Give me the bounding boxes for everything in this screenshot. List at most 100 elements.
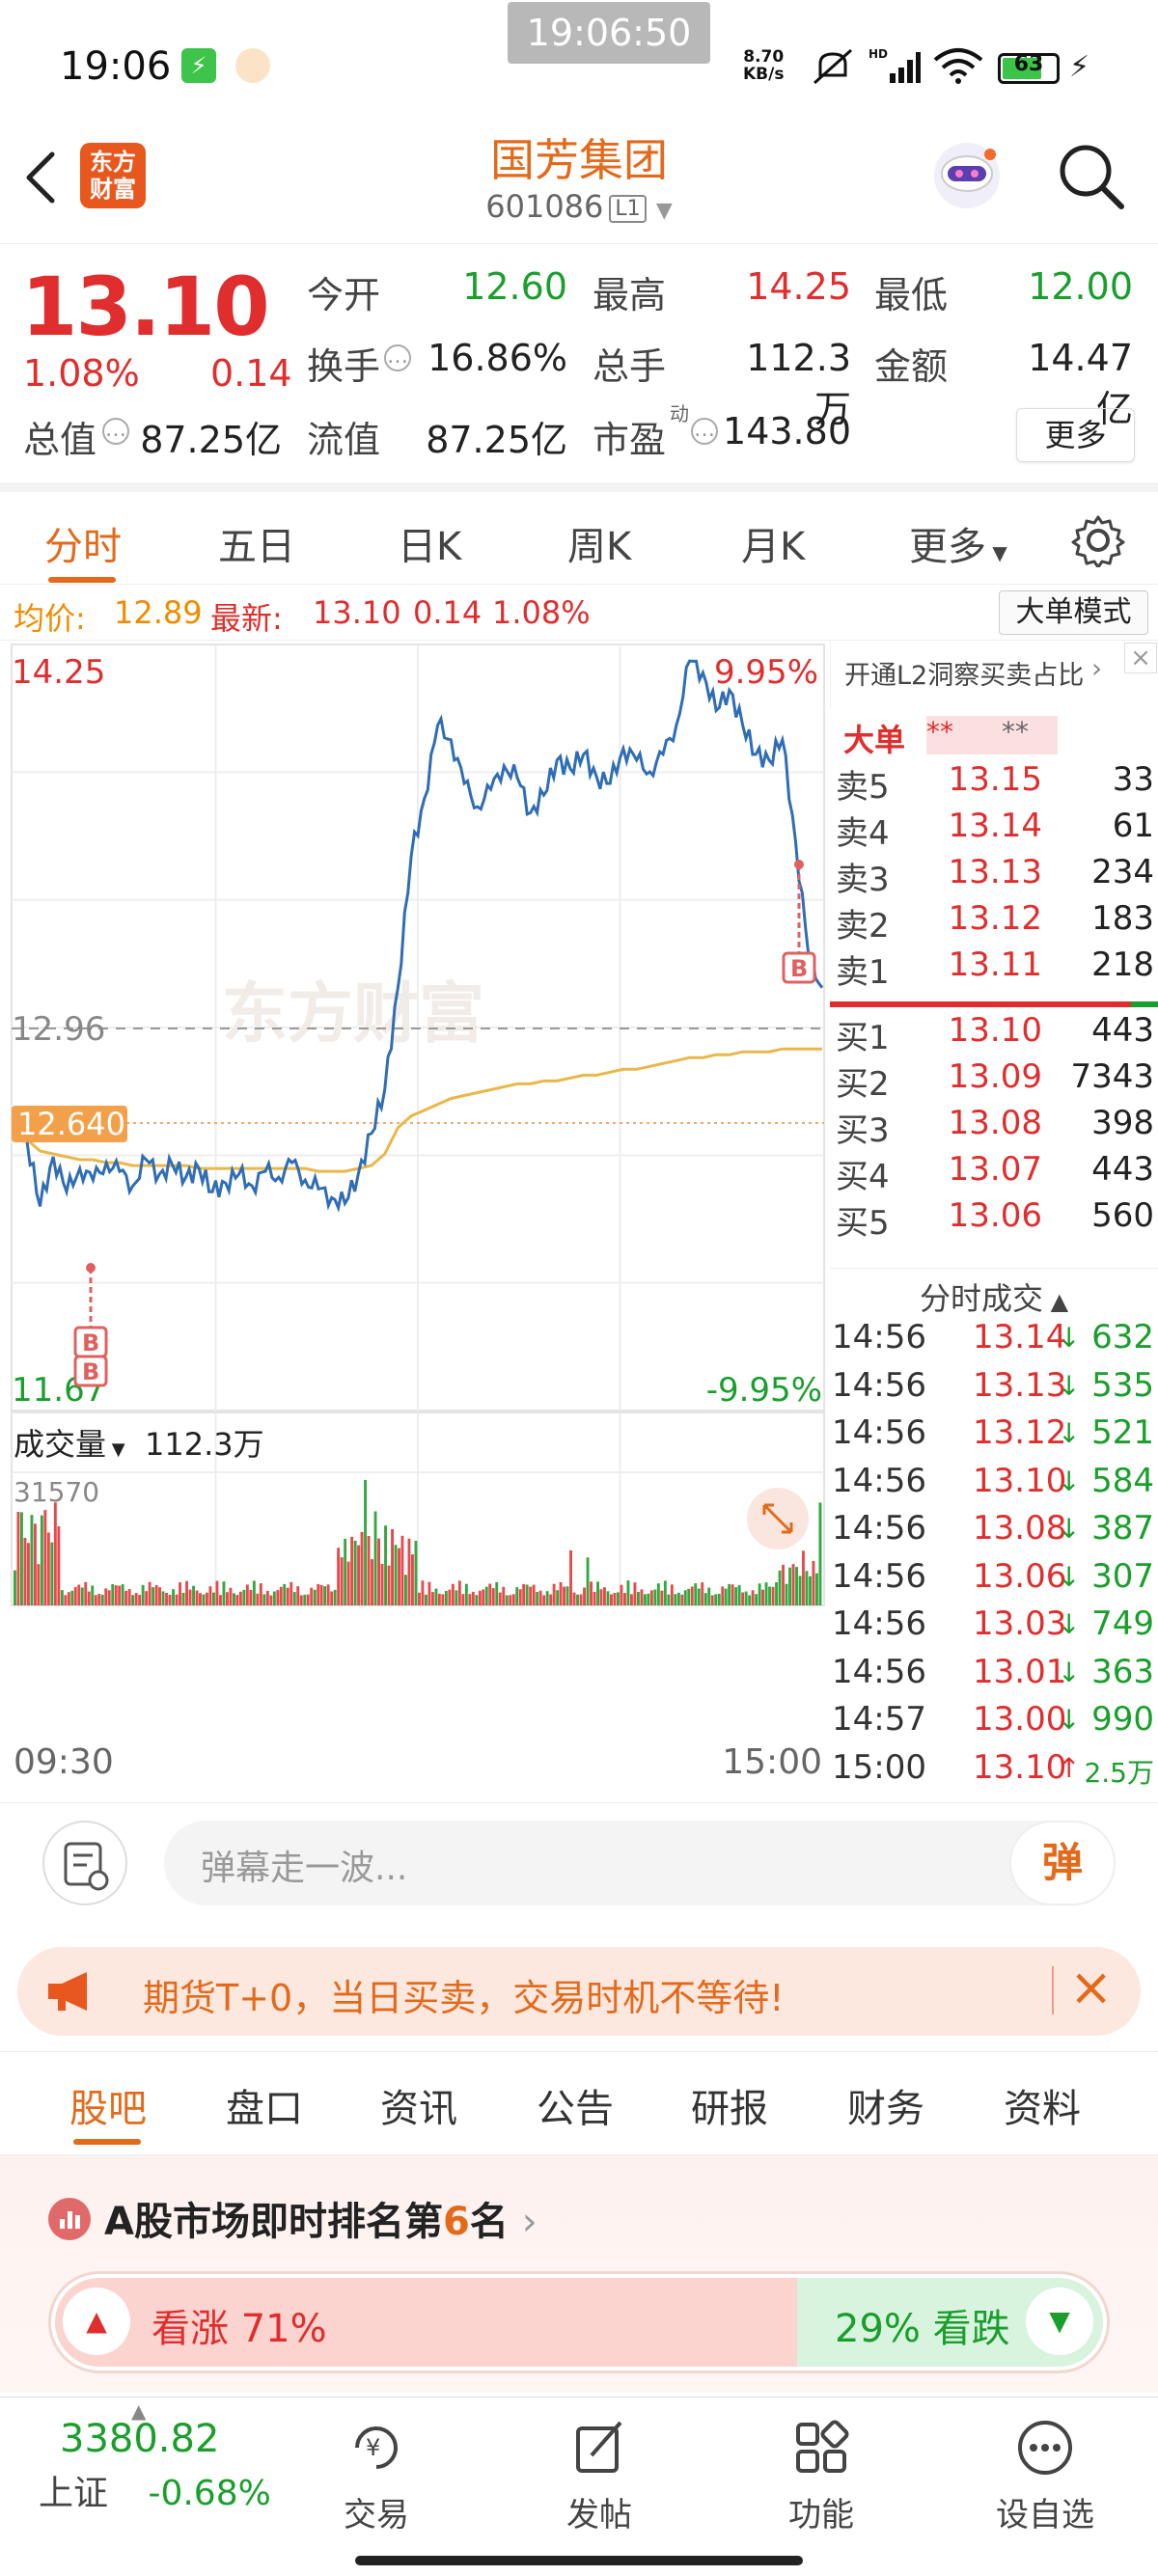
- mute-icon: [813, 48, 853, 85]
- volume-bar: [353, 1540, 357, 1605]
- volume-bar: [181, 1592, 185, 1605]
- volume-bar: [791, 1564, 795, 1605]
- info-icon[interactable]: …: [384, 344, 411, 371]
- settings-gear-icon[interactable]: [1071, 513, 1125, 567]
- ask-volume: 33: [1112, 760, 1154, 799]
- ticks-header[interactable]: 分时成交 ▲: [830, 1268, 1158, 1317]
- tab-forum[interactable]: 股吧: [69, 2077, 147, 2133]
- arrow-down-icon: ↓: [1058, 1704, 1081, 1736]
- ranking-number: 6: [442, 2200, 470, 2244]
- ranking-text[interactable]: A股市场即时排名第6名 ›: [104, 2190, 538, 2246]
- tab-five-day[interactable]: 五日: [218, 515, 295, 571]
- buy-marker-text: B: [82, 1358, 99, 1385]
- futures-promo-banner[interactable]: 期货T+0，当日买卖，交易时机不等待! ×: [17, 1947, 1141, 2036]
- pe-dynamic-mark: 动: [670, 402, 689, 425]
- robot-assistant-icon[interactable]: [928, 135, 1006, 212]
- tab-more[interactable]: 更多 ▼: [909, 515, 1007, 571]
- level-badge: L1: [609, 194, 647, 223]
- network-speed-value: 8.70: [743, 47, 785, 67]
- battery-icon: 63: [998, 52, 1060, 84]
- nav-post-label: 发帖: [566, 2496, 632, 2535]
- volume-bar: [748, 1595, 752, 1605]
- volume-bar: [491, 1588, 495, 1605]
- tick-volume: 387: [1091, 1509, 1154, 1548]
- volume-bar: [299, 1595, 303, 1605]
- close-icon[interactable]: ×: [1069, 1957, 1113, 2017]
- l2-promo[interactable]: 开通L2洞察买卖占比 › ×: [830, 641, 1158, 708]
- intraday-chart-svg: 东方财富 14.25 9.95% 12.96 12.640 11.67 -9.9…: [11, 644, 825, 1782]
- nav-trade[interactable]: ¥ 交易: [304, 2417, 449, 2535]
- tick-price: 13.12: [973, 1413, 1067, 1452]
- bid-row[interactable]: 买2 13.09 7343: [830, 1057, 1158, 1104]
- ask-row[interactable]: 卖1 13.11 218: [830, 945, 1158, 992]
- tab-research[interactable]: 研报: [691, 2077, 768, 2133]
- volume-bar: [127, 1589, 131, 1605]
- danmu-settings-button[interactable]: [42, 1821, 127, 1905]
- tab-profile[interactable]: 资料: [1004, 2077, 1081, 2133]
- nav-functions[interactable]: 功能: [749, 2417, 894, 2535]
- volume-bar: [515, 1587, 519, 1605]
- ask-price: 13.14: [948, 807, 1042, 845]
- danmu-input[interactable]: 弹幕走一波... 弹: [164, 1821, 1116, 1905]
- chevron-right-icon: ›: [521, 2200, 538, 2244]
- volume-bar: [272, 1591, 276, 1605]
- volume-bar: [391, 1529, 394, 1605]
- volume-bar: [226, 1592, 229, 1605]
- volume-bar: [91, 1585, 95, 1605]
- tab-market-depth[interactable]: 盘口: [226, 2077, 303, 2133]
- nav-add-watchlist[interactable]: 设自选: [973, 2417, 1117, 2535]
- tab-weekly-k[interactable]: 周K: [567, 515, 631, 571]
- volume-bar: [290, 1581, 293, 1605]
- bearish-arrow-icon[interactable]: ▼: [1026, 2288, 1093, 2355]
- volume-bar: [185, 1580, 188, 1605]
- index-ticker[interactable]: 3380.82 上证 -0.68%: [39, 2417, 290, 2515]
- ask-row[interactable]: 卖4 13.14 61: [830, 807, 1158, 853]
- volume-bar: [400, 1535, 404, 1605]
- ask-price: 13.12: [948, 899, 1042, 938]
- volume-bar: [148, 1581, 152, 1605]
- volume-bar: [206, 1592, 208, 1605]
- danmu-send-button[interactable]: 弹: [1009, 1821, 1116, 1905]
- tab-monthly-k[interactable]: 月K: [741, 515, 805, 571]
- volume-bar: [296, 1586, 300, 1605]
- volume-bar: [626, 1580, 630, 1605]
- big-order-mode-button[interactable]: 大单模式: [999, 590, 1148, 635]
- volume-bar: [235, 1595, 239, 1605]
- volume-bar: [798, 1576, 802, 1605]
- volume-bar: [620, 1584, 623, 1605]
- volume-bar: [484, 1586, 488, 1605]
- intraday-chart[interactable]: 东方财富 14.25 9.95% 12.96 12.640 11.67 -9.9…: [0, 641, 830, 1798]
- tab-intraday[interactable]: 分时: [44, 515, 122, 571]
- ask-row[interactable]: 卖3 13.13 234: [830, 853, 1158, 899]
- tab-news[interactable]: 资讯: [380, 2077, 457, 2133]
- close-icon[interactable]: ×: [1124, 643, 1157, 673]
- bid-row[interactable]: 买4 13.07 443: [830, 1150, 1158, 1196]
- tick-row: 14:56 13.12 ↓ 521: [830, 1413, 1158, 1460]
- latest-percent: 1.08%: [492, 594, 591, 631]
- ask-row[interactable]: 卖5 13.15 33: [830, 760, 1158, 807]
- ask-row[interactable]: 卖2 13.12 183: [830, 899, 1158, 945]
- bid-label: 买2: [836, 1065, 890, 1104]
- bid-price: 13.09: [948, 1057, 1042, 1096]
- charging-bolt-icon: ⚡: [1069, 50, 1090, 84]
- tab-announcements[interactable]: 公告: [537, 2077, 614, 2133]
- volume-bar: [737, 1584, 741, 1605]
- volume-indicator-selector[interactable]: 成交量 ▼: [14, 1420, 125, 1466]
- volume-bar: [425, 1594, 427, 1605]
- volume-bar: [680, 1594, 684, 1605]
- bullish-arrow-icon[interactable]: ▲: [63, 2288, 130, 2355]
- tick-row: 14:56 13.14 ↓ 632: [830, 1318, 1158, 1364]
- bid-row[interactable]: 买3 13.08 398: [830, 1104, 1158, 1150]
- search-icon[interactable]: [1056, 141, 1127, 212]
- bid-row[interactable]: 买5 13.06 560: [830, 1196, 1158, 1243]
- info-icon[interactable]: …: [102, 418, 129, 445]
- volume-bar: [717, 1593, 721, 1605]
- volume-bar: [505, 1595, 509, 1605]
- nav-post[interactable]: 发帖: [527, 2417, 672, 2535]
- bid-row[interactable]: 买1 13.10 443: [830, 1011, 1158, 1057]
- tab-daily-k[interactable]: 日K: [398, 515, 461, 571]
- volume-bar: [734, 1587, 738, 1605]
- danmu-send-label: 弹: [1041, 1839, 1083, 1886]
- tab-financials[interactable]: 财务: [847, 2077, 924, 2133]
- more-button[interactable]: 更多: [1016, 408, 1135, 462]
